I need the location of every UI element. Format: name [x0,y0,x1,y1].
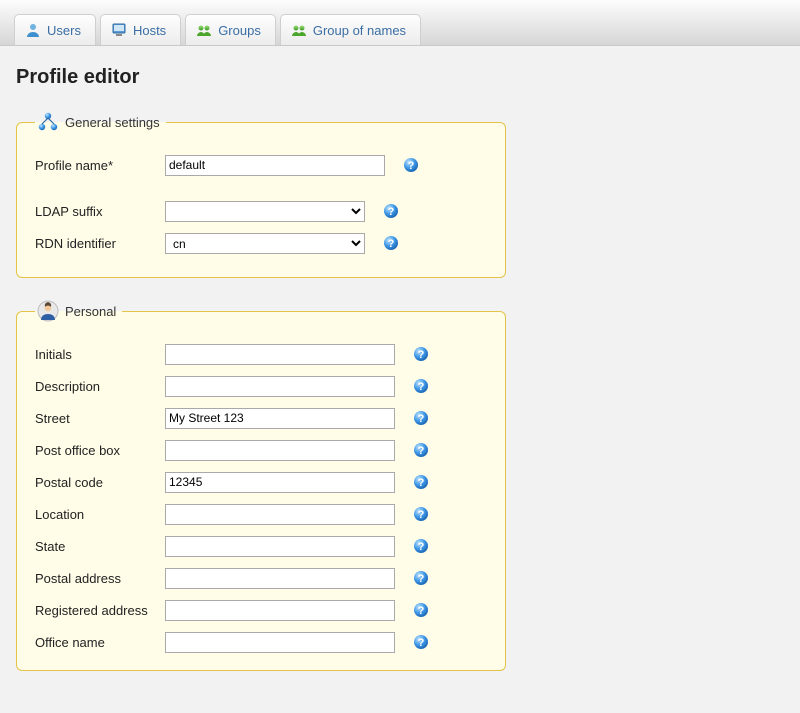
svg-text:?: ? [388,206,395,218]
pobox-input[interactable] [165,440,395,461]
tab-group-of-names[interactable]: Group of names [280,14,421,45]
profile-name-input[interactable] [165,155,385,176]
state-input[interactable] [165,536,395,557]
help-icon[interactable]: ? [413,538,429,554]
help-icon[interactable]: ? [413,346,429,362]
svg-text:?: ? [418,445,425,457]
svg-text:?: ? [418,349,425,361]
svg-text:?: ? [418,605,425,617]
tab-users[interactable]: Users [14,14,96,45]
svg-text:?: ? [418,509,425,521]
profile-name-label: Profile name* [35,158,165,173]
help-icon[interactable]: ? [383,235,399,251]
personal-box: Personal Initials ? Description ? Street… [16,300,506,671]
registered-address-label: Registered address [35,603,165,618]
description-label: Description [35,379,165,394]
svg-text:?: ? [418,477,425,489]
office-name-input[interactable] [165,632,395,653]
help-icon[interactable]: ? [413,474,429,490]
street-input[interactable] [165,408,395,429]
rdn-identifier-select[interactable]: cn [165,233,365,254]
ldap-suffix-label: LDAP suffix [35,204,165,219]
page-title: Profile editor [16,66,784,89]
postal-code-label: Postal code [35,475,165,490]
initials-label: Initials [35,347,165,362]
svg-text:?: ? [418,381,425,393]
svg-text:?: ? [418,541,425,553]
personal-legend-text: Personal [65,304,116,319]
initials-input[interactable] [165,344,395,365]
rdn-identifier-label: RDN identifier [35,236,165,251]
registered-address-input[interactable] [165,600,395,621]
help-icon[interactable]: ? [413,378,429,394]
street-label: Street [35,411,165,426]
general-settings-legend: General settings [35,111,166,133]
description-input[interactable] [165,376,395,397]
help-icon[interactable]: ? [383,203,399,219]
main-tabbar: Users Hosts Groups Group of names [0,0,800,46]
tab-groups[interactable]: Groups [185,14,276,45]
help-icon[interactable]: ? [413,634,429,650]
general-settings-box: General settings Profile name* ? LDAP su… [16,111,506,278]
personal-legend: Personal [35,300,122,322]
svg-text:?: ? [418,637,425,649]
help-icon[interactable]: ? [413,602,429,618]
ldap-suffix-select[interactable] [165,201,365,222]
svg-text:?: ? [388,238,395,250]
postal-code-input[interactable] [165,472,395,493]
help-icon[interactable]: ? [413,506,429,522]
svg-text:?: ? [418,573,425,585]
location-label: Location [35,507,165,522]
svg-text:?: ? [408,160,415,172]
pobox-label: Post office box [35,443,165,458]
office-name-label: Office name [35,635,165,650]
tree-icon [37,111,59,133]
state-label: State [35,539,165,554]
tab-group-of-names-label: Group of names [313,23,406,38]
svg-text:?: ? [418,413,425,425]
help-icon[interactable]: ? [413,570,429,586]
help-icon[interactable]: ? [403,157,419,173]
help-icon[interactable]: ? [413,410,429,426]
person-icon [37,300,59,322]
tab-hosts-label: Hosts [133,23,166,38]
postal-address-label: Postal address [35,571,165,586]
host-icon [111,22,127,38]
help-icon[interactable]: ? [413,442,429,458]
tab-hosts[interactable]: Hosts [100,14,181,45]
page-body: Profile editor General settings Profile … [0,46,800,713]
general-legend-text: General settings [65,115,160,130]
postal-address-input[interactable] [165,568,395,589]
groups-icon [196,22,212,38]
tab-groups-label: Groups [218,23,261,38]
location-input[interactable] [165,504,395,525]
tab-users-label: Users [47,23,81,38]
group-of-names-icon [291,22,307,38]
user-icon [25,22,41,38]
